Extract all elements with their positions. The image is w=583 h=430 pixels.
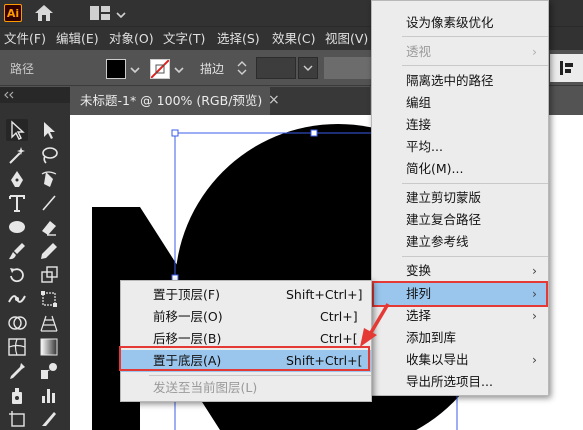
menu-item-send-to-current-layer: 发送至当前图层(L) <box>153 380 258 395</box>
stroke-stepper-icon[interactable] <box>236 60 248 79</box>
close-icon[interactable]: × <box>268 92 280 108</box>
menu-item-bring-forward[interactable]: 前移一层(O) Ctrl+] <box>121 306 371 328</box>
menu-item-bring-to-front[interactable]: 置于顶层(F) Shift+Ctrl+] <box>121 284 371 306</box>
ellipse-tool-icon[interactable] <box>6 216 28 238</box>
context-menu: 设为像素级优化 透视 › 隔离选中的路径 编组 连接 平均... 简化(M)...… <box>371 0 549 396</box>
chevron-right-icon: › <box>532 44 537 59</box>
scale-tool-icon[interactable] <box>38 264 60 286</box>
selection-handle <box>310 129 318 137</box>
menu-item-make-guides[interactable]: 建立参考线 <box>372 231 548 253</box>
menu-view[interactable]: 视图(V) <box>325 27 368 51</box>
chevron-right-icon: › <box>532 263 537 278</box>
chevron-down-icon[interactable] <box>130 63 140 77</box>
chevron-right-icon: › <box>532 308 537 323</box>
shape-builder-tool-icon[interactable] <box>6 312 28 334</box>
blend-tool-icon[interactable] <box>38 360 60 382</box>
free-transform-tool-icon[interactable] <box>38 288 60 310</box>
menu-edit[interactable]: 编辑(E) <box>56 27 99 51</box>
chevron-down-icon[interactable] <box>116 8 126 22</box>
menu-item-average[interactable]: 平均... <box>372 136 548 158</box>
selection-type-label: 路径 <box>10 62 35 76</box>
menu-object[interactable]: 对象(O) <box>109 27 154 51</box>
arrange-submenu: 置于顶层(F) Shift+Ctrl+] 前移一层(O) Ctrl+] 后移一层(B… <box>120 280 372 402</box>
app-logo: Ai <box>4 4 22 22</box>
lasso-tool-icon[interactable] <box>38 144 60 166</box>
menu-item-perspective: 透视 › <box>372 41 548 63</box>
fill-color-swatch[interactable] <box>106 59 126 79</box>
magic-wand-icon[interactable] <box>6 144 28 166</box>
stroke-weight-dropdown[interactable] <box>298 57 318 79</box>
pencil-tool-icon[interactable] <box>38 240 60 262</box>
line-segment-tool-icon[interactable] <box>38 192 60 214</box>
menu-item-clipping-mask[interactable]: 建立剪切蒙版 <box>372 187 548 209</box>
perspective-grid-tool-icon[interactable] <box>38 312 60 334</box>
chevron-right-icon: › <box>532 352 537 367</box>
tools-panel-header[interactable] <box>0 87 70 103</box>
artboard-tool-icon[interactable] <box>6 408 28 430</box>
menu-file[interactable]: 文件(F) <box>4 27 46 51</box>
menu-item-join[interactable]: 连接 <box>372 114 548 136</box>
rotate-tool-icon[interactable] <box>6 264 28 286</box>
gradient-tool-icon[interactable] <box>38 336 60 358</box>
slice-tool-icon[interactable] <box>38 408 60 430</box>
workspace-layout-icon[interactable] <box>90 6 110 23</box>
annotation-arrow <box>360 303 390 347</box>
menu-item-transform[interactable]: 变换 › <box>372 260 548 282</box>
direct-selection-tool-icon[interactable] <box>38 119 60 141</box>
menu-item-select[interactable]: 选择 › <box>372 305 548 327</box>
stroke-weight-label[interactable]: 描边 <box>200 60 224 77</box>
symbol-sprayer-tool-icon[interactable] <box>6 384 28 406</box>
eraser-tool-icon[interactable] <box>38 216 60 238</box>
menu-item-export-selection[interactable]: 导出所选项目... <box>372 371 548 393</box>
stroke-color-swatch[interactable] <box>150 59 170 79</box>
menu-select[interactable]: 选择(S) <box>217 27 260 51</box>
width-tool-icon[interactable] <box>6 288 28 310</box>
column-graph-tool-icon[interactable] <box>38 384 60 406</box>
menu-item-simplify[interactable]: 简化(M)... <box>372 158 548 180</box>
menu-effect[interactable]: 效果(C) <box>272 27 315 51</box>
chevron-down-icon[interactable] <box>174 63 184 77</box>
menu-item-pixel-optimize[interactable]: 设为像素级优化 <box>372 12 548 34</box>
variable-width-profile[interactable] <box>324 57 372 79</box>
menu-item-compound-path[interactable]: 建立复合路径 <box>372 209 548 231</box>
menu-item-isolate-path[interactable]: 隔离选中的路径 <box>372 70 548 92</box>
mesh-tool-icon[interactable] <box>6 336 28 358</box>
menu-item-group[interactable]: 编组 <box>372 92 548 114</box>
home-icon[interactable] <box>34 4 54 25</box>
align-panel-icon[interactable] <box>550 54 583 82</box>
type-tool-icon[interactable] <box>6 192 28 214</box>
menu-type[interactable]: 文字(T) <box>163 27 205 51</box>
curvature-tool-icon[interactable] <box>38 168 60 190</box>
paintbrush-tool-icon[interactable] <box>6 240 28 262</box>
selection-handle <box>171 129 179 137</box>
document-tab[interactable]: 未标题-1* @ 100% (RGB/预览) <box>70 87 270 115</box>
menu-item-collect-for-export[interactable]: 收集以导出 › <box>372 349 548 371</box>
pen-tool-icon[interactable] <box>6 168 28 190</box>
annotation-highlight-box <box>372 281 548 307</box>
eyedropper-tool-icon[interactable] <box>6 360 28 382</box>
stroke-weight-input[interactable] <box>256 57 296 79</box>
selection-tool-icon[interactable] <box>6 119 28 141</box>
menu-item-add-to-library[interactable]: 添加到库 <box>372 327 548 349</box>
annotation-highlight-box <box>119 346 370 371</box>
